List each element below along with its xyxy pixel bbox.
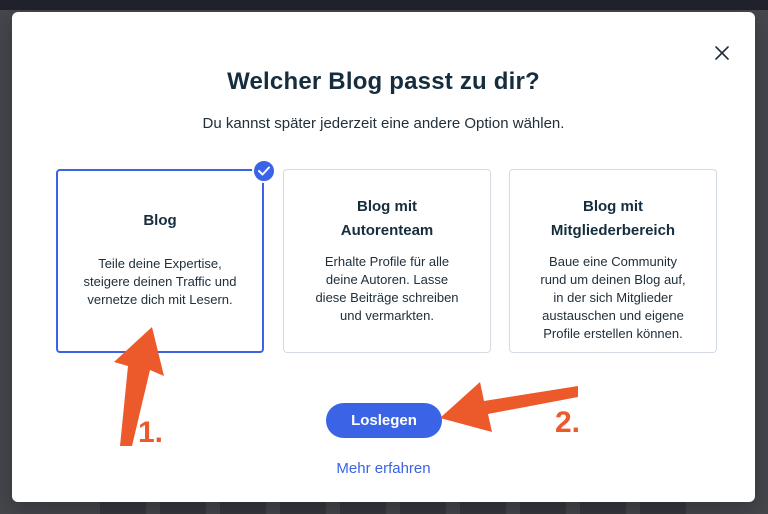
annotation-step-1: 1.: [138, 416, 164, 449]
annotation-step-2: 2.: [555, 406, 581, 439]
annotation-overlay: [114, 327, 578, 446]
